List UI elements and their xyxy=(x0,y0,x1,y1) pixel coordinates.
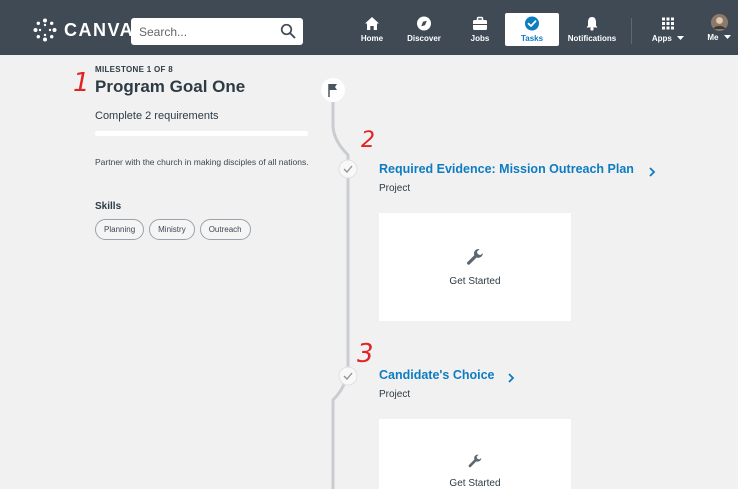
avatar xyxy=(710,14,728,31)
timeline-line xyxy=(331,85,350,489)
nav-notifications-label: Notifications xyxy=(567,34,617,43)
get-started-label: Get Started xyxy=(449,276,501,287)
skills-heading: Skills xyxy=(95,201,122,212)
home-icon xyxy=(365,17,379,30)
nav-apps-label: Apps xyxy=(651,34,672,43)
milestone-progress-bar xyxy=(95,131,308,136)
check-circle-icon xyxy=(525,16,539,31)
caret-down-icon xyxy=(677,36,685,41)
nav-apps[interactable]: Apps xyxy=(646,13,690,47)
requirement-2-type: Project xyxy=(379,389,411,400)
search-input[interactable] xyxy=(131,19,271,44)
requirement-1-card[interactable]: Get Started xyxy=(379,213,571,321)
search-box xyxy=(131,18,303,45)
annotation-1: 1 xyxy=(73,68,90,98)
milestone-counter: MILESTONE 1 OF 8 xyxy=(95,65,173,74)
compass-icon xyxy=(417,16,431,31)
nav-home[interactable]: Home xyxy=(347,13,397,47)
requirement-1-link[interactable]: Required Evidence: Mission Outreach Plan xyxy=(379,162,634,176)
flag-icon xyxy=(321,78,345,102)
milestone-description: Partner with the church in making discip… xyxy=(95,157,309,167)
skill-pill[interactable]: Outreach xyxy=(199,219,251,240)
nav-me-label-wrap: Me xyxy=(707,33,731,42)
nav-home-label: Home xyxy=(360,34,384,43)
skills-list: Planning Ministry Outreach xyxy=(95,219,251,240)
nav-discover-label: Discover xyxy=(407,34,441,43)
requirement-1-check-icon xyxy=(338,159,358,179)
skill-pill[interactable]: Planning xyxy=(95,219,145,240)
get-started-label: Get Started xyxy=(449,478,501,489)
chevron-right-icon[interactable] xyxy=(649,167,656,177)
requirement-1-type: Project xyxy=(379,183,411,194)
nav-notifications[interactable]: Notifications xyxy=(562,13,622,47)
caret-down-icon xyxy=(723,35,731,40)
chevron-right-icon[interactable] xyxy=(508,373,515,383)
wrench-icon xyxy=(468,454,482,468)
nav-divider xyxy=(631,18,632,44)
top-navigation: CANVAS Home Discover Jobs xyxy=(0,0,738,55)
milestone-panel: MILESTONE 1 OF 8 Program Goal One Comple… xyxy=(0,55,320,489)
briefcase-icon xyxy=(473,16,487,30)
requirement-2-check-icon xyxy=(338,366,358,386)
requirement-2-card[interactable]: Get Started xyxy=(379,419,571,489)
nav-discover[interactable]: Discover xyxy=(399,13,449,47)
milestone-timeline xyxy=(321,78,358,489)
grid-icon xyxy=(662,17,674,30)
bell-icon xyxy=(586,17,598,31)
nav-tasks-label: Tasks xyxy=(520,34,544,43)
nav-apps-label-wrap: Apps xyxy=(651,34,685,43)
nav-tasks[interactable]: Tasks xyxy=(505,13,559,46)
requirements-count: Complete 2 requirements xyxy=(95,110,219,122)
nav-me-label: Me xyxy=(707,33,719,42)
skill-pill[interactable]: Ministry xyxy=(149,219,195,240)
nav-jobs[interactable]: Jobs xyxy=(455,13,505,47)
nav-me[interactable]: Me xyxy=(700,13,738,47)
requirement-2-link[interactable]: Candidate's Choice xyxy=(379,368,495,382)
nav-jobs-label: Jobs xyxy=(470,34,490,43)
canvas-logo-icon xyxy=(33,18,57,42)
milestone-title: Program Goal One xyxy=(95,77,246,96)
wrench-icon xyxy=(467,248,483,265)
search-icon[interactable] xyxy=(280,23,296,39)
